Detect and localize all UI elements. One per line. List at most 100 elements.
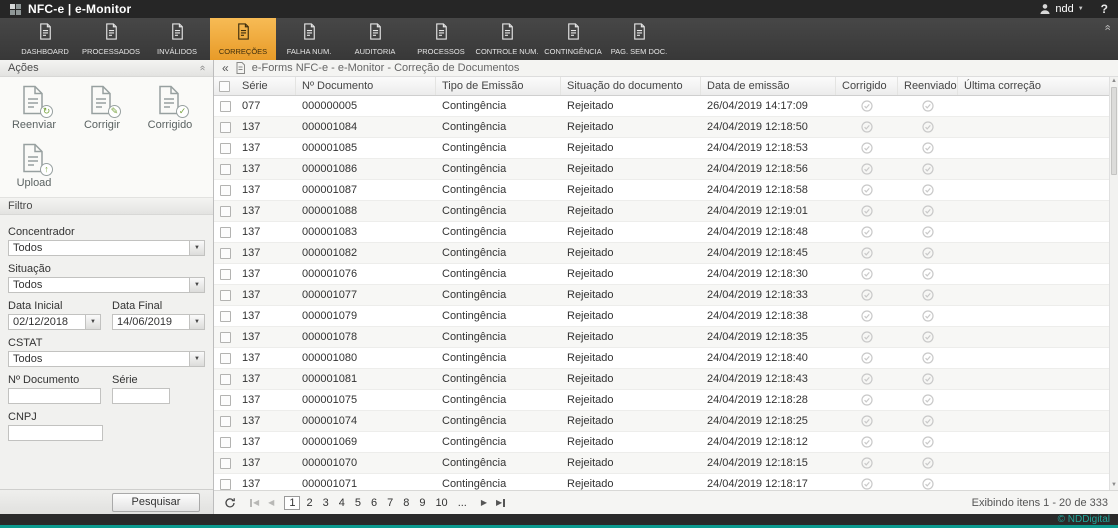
data-final-dropdown-icon[interactable]: ▼ xyxy=(189,315,204,329)
row-checkbox[interactable] xyxy=(220,332,231,343)
table-row[interactable]: 137 000001075 Contingência Rejeitado 24/… xyxy=(214,390,1118,411)
table-row[interactable]: 137 000001087 Contingência Rejeitado 24/… xyxy=(214,180,1118,201)
column-header-documento[interactable]: Nº Documento xyxy=(296,77,436,95)
row-checkbox[interactable] xyxy=(220,290,231,301)
data-inicial-picker[interactable]: 02/12/2018 ▼ xyxy=(8,314,101,330)
table-row[interactable]: 137 000001083 Contingência Rejeitado 24/… xyxy=(214,222,1118,243)
row-checkbox[interactable] xyxy=(220,164,231,175)
row-checkbox[interactable] xyxy=(220,437,231,448)
cstat-select[interactable]: Todos ▼ xyxy=(8,351,205,367)
table-row[interactable]: 137 000001069 Contingência Rejeitado 24/… xyxy=(214,432,1118,453)
table-row[interactable]: 137 000001079 Contingência Rejeitado 24/… xyxy=(214,306,1118,327)
ribbon-item-controle-num[interactable]: CONTROLE NUM. xyxy=(474,18,540,60)
row-checkbox[interactable] xyxy=(220,206,231,217)
column-header-reenviado[interactable]: Reenviado xyxy=(898,77,958,95)
first-page-button[interactable]: ◀ xyxy=(247,498,262,507)
table-row[interactable]: 137 000001082 Contingência Rejeitado 24/… xyxy=(214,243,1118,264)
page-button-1[interactable]: 1 xyxy=(284,496,300,510)
situacao-dropdown-icon[interactable]: ▼ xyxy=(189,278,204,292)
ribbon-item-processados[interactable]: PROCESSADOS xyxy=(78,18,144,60)
row-checkbox[interactable] xyxy=(220,185,231,196)
data-final-picker[interactable]: 14/06/2019 ▼ xyxy=(112,314,205,330)
search-button[interactable]: Pesquisar xyxy=(112,493,200,512)
table-row[interactable]: 077 000000005 Contingência Rejeitado 26/… xyxy=(214,96,1118,117)
collapse-sidebar-icon[interactable]: « xyxy=(222,62,229,74)
page-button-2[interactable]: 2 xyxy=(302,496,316,510)
table-row[interactable]: 137 000001085 Contingência Rejeitado 24/… xyxy=(214,138,1118,159)
concentrador-select[interactable]: Todos ▼ xyxy=(8,240,205,256)
column-header-situacao[interactable]: Situação do documento xyxy=(561,77,701,95)
page-button-6[interactable]: 6 xyxy=(367,496,381,510)
next-page-button[interactable]: ▶ xyxy=(478,498,490,507)
column-header-serie[interactable]: Série xyxy=(236,77,296,95)
vertical-scrollbar[interactable]: ▲ ▼ xyxy=(1109,77,1118,490)
cstat-dropdown-icon[interactable]: ▼ xyxy=(189,352,204,366)
serie-input[interactable] xyxy=(112,388,170,404)
row-checkbox[interactable] xyxy=(220,311,231,322)
row-checkbox[interactable] xyxy=(220,143,231,154)
cell-data-emissao: 24/04/2019 12:18:45 xyxy=(701,247,836,259)
help-button[interactable]: ? xyxy=(1101,2,1108,16)
ribbon-item-falha-num[interactable]: FALHA NUM. xyxy=(276,18,342,60)
action-reenviar[interactable]: ↻ Reenviar xyxy=(6,85,62,133)
situacao-select[interactable]: Todos ▼ xyxy=(8,277,205,293)
ribbon-item-processos[interactable]: PROCESSOS xyxy=(408,18,474,60)
ribbon-item-auditoria[interactable]: AUDITORIA xyxy=(342,18,408,60)
row-checkbox[interactable] xyxy=(220,122,231,133)
column-header-tipo-emissao[interactable]: Tipo de Emissão xyxy=(436,77,561,95)
page-button-7[interactable]: 7 xyxy=(383,496,397,510)
page-button-8[interactable]: 8 xyxy=(399,496,413,510)
ribbon-item-invalidos[interactable]: INVÁLIDOS xyxy=(144,18,210,60)
table-row[interactable]: 137 000001080 Contingência Rejeitado 24/… xyxy=(214,348,1118,369)
data-inicial-dropdown-icon[interactable]: ▼ xyxy=(85,315,100,329)
last-page-button[interactable]: ▶ xyxy=(493,498,508,507)
concentrador-dropdown-icon[interactable]: ▼ xyxy=(189,241,204,255)
row-checkbox[interactable] xyxy=(220,101,231,112)
row-checkbox[interactable] xyxy=(220,248,231,259)
row-checkbox[interactable] xyxy=(220,458,231,469)
ribbon-item-correcoes[interactable]: CORREÇÕES xyxy=(210,18,276,60)
column-header-ultima-correcao[interactable]: Última correção xyxy=(958,77,1109,95)
row-checkbox[interactable] xyxy=(220,395,231,406)
table-row[interactable]: 137 000001078 Contingência Rejeitado 24/… xyxy=(214,327,1118,348)
row-checkbox[interactable] xyxy=(220,374,231,385)
scroll-down-icon[interactable]: ▼ xyxy=(1110,481,1118,490)
column-header-corrigido[interactable]: Corrigido xyxy=(836,77,898,95)
table-row[interactable]: 137 000001081 Contingência Rejeitado 24/… xyxy=(214,369,1118,390)
table-row[interactable]: 137 000001074 Contingência Rejeitado 24/… xyxy=(214,411,1118,432)
table-row[interactable]: 137 000001076 Contingência Rejeitado 24/… xyxy=(214,264,1118,285)
row-checkbox[interactable] xyxy=(220,479,231,490)
row-checkbox[interactable] xyxy=(220,416,231,427)
action-corrigido[interactable]: ✓ Corrigido xyxy=(142,85,198,133)
action-corrigir[interactable]: ✎ Corrigir xyxy=(74,85,130,133)
table-row[interactable]: 137 000001071 Contingência Rejeitado 24/… xyxy=(214,474,1118,490)
collapse-actions-icon[interactable]: « xyxy=(197,65,207,71)
ribbon-item-dashboard[interactable]: DASHBOARD xyxy=(12,18,78,60)
table-row[interactable]: 137 000001070 Contingência Rejeitado 24/… xyxy=(214,453,1118,474)
page-button-9[interactable]: 9 xyxy=(415,496,429,510)
num-documento-input[interactable] xyxy=(8,388,101,404)
table-row[interactable]: 137 000001086 Contingência Rejeitado 24/… xyxy=(214,159,1118,180)
prev-page-button[interactable]: ◀ xyxy=(265,498,277,507)
user-menu[interactable]: ndd ▼ xyxy=(1039,3,1083,15)
ribbon-item-pag-sem-doc[interactable]: PAG. SEM DOC. xyxy=(606,18,672,60)
scroll-up-icon[interactable]: ▲ xyxy=(1110,77,1118,86)
select-all-checkbox[interactable] xyxy=(219,81,230,92)
page-button-5[interactable]: 5 xyxy=(351,496,365,510)
cnpj-input[interactable] xyxy=(8,425,103,441)
page-button-10[interactable]: 10 xyxy=(431,496,451,510)
ribbon-item-contingencia[interactable]: CONTINGÊNCIA xyxy=(540,18,606,60)
row-checkbox[interactable] xyxy=(220,269,231,280)
collapse-ribbon-icon[interactable]: « xyxy=(1101,24,1112,30)
page-button-3[interactable]: 3 xyxy=(319,496,333,510)
column-header-data-emissao[interactable]: Data de emissão xyxy=(701,77,836,95)
row-checkbox[interactable] xyxy=(220,353,231,364)
table-row[interactable]: 137 000001088 Contingência Rejeitado 24/… xyxy=(214,201,1118,222)
refresh-icon[interactable] xyxy=(224,497,236,509)
table-row[interactable]: 137 000001084 Contingência Rejeitado 24/… xyxy=(214,117,1118,138)
row-checkbox[interactable] xyxy=(220,227,231,238)
page-button-4[interactable]: 4 xyxy=(335,496,349,510)
action-upload[interactable]: ↑ Upload xyxy=(6,143,62,191)
scrollbar-thumb[interactable] xyxy=(1111,87,1117,175)
table-row[interactable]: 137 000001077 Contingência Rejeitado 24/… xyxy=(214,285,1118,306)
